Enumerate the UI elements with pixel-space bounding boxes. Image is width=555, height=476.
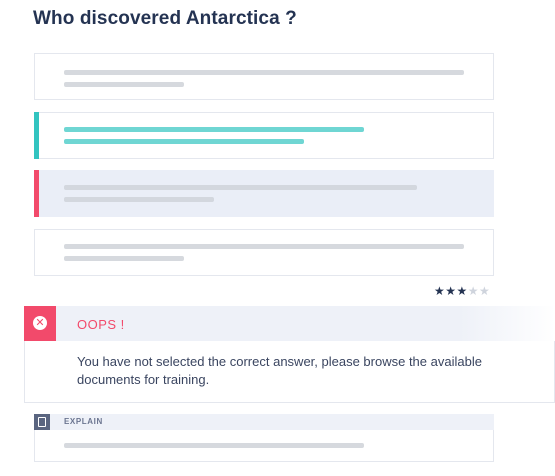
- star-empty-icon: ★★: [467, 284, 491, 298]
- answer-text-placeholder: [64, 82, 184, 87]
- alert-icon-box: ✕: [24, 306, 56, 341]
- answer-text-placeholder: [64, 244, 464, 249]
- star-filled-icon: ★★★: [434, 284, 468, 298]
- answer-text-placeholder: [64, 256, 184, 261]
- explain-body: [34, 430, 494, 462]
- answer-text-placeholder: [64, 197, 214, 202]
- error-alert-header: ✕ OOPS !: [24, 306, 555, 341]
- answer-option-1[interactable]: [34, 53, 494, 100]
- answer-text-placeholder: [64, 70, 464, 75]
- correct-indicator: [34, 112, 39, 159]
- wrong-indicator: [34, 170, 39, 217]
- error-alert-body: You have not selected the correct answer…: [24, 341, 555, 403]
- answer-text-placeholder: [64, 127, 364, 132]
- question-title: Who discovered Antarctica ?: [33, 8, 297, 29]
- explain-label: EXPLAIN: [64, 417, 103, 426]
- explain-header[interactable]: EXPLAIN: [34, 414, 494, 430]
- answer-option-4[interactable]: [34, 229, 494, 276]
- answer-option-3-selected[interactable]: [34, 170, 494, 217]
- map-icon: [34, 414, 50, 430]
- answer-text-placeholder: [64, 139, 304, 144]
- difficulty-rating: ★★★★★: [434, 284, 490, 298]
- answer-text-placeholder: [64, 185, 417, 190]
- explain-text-placeholder: [64, 443, 364, 448]
- quiz-screen: Who discovered Antarctica ? ★★★★★ ✕ OOPS…: [0, 0, 555, 476]
- answer-option-2-correct[interactable]: [34, 112, 494, 159]
- alert-message: You have not selected the correct answer…: [77, 354, 482, 387]
- alert-title: OOPS !: [77, 317, 125, 332]
- close-circle-icon: ✕: [33, 316, 47, 330]
